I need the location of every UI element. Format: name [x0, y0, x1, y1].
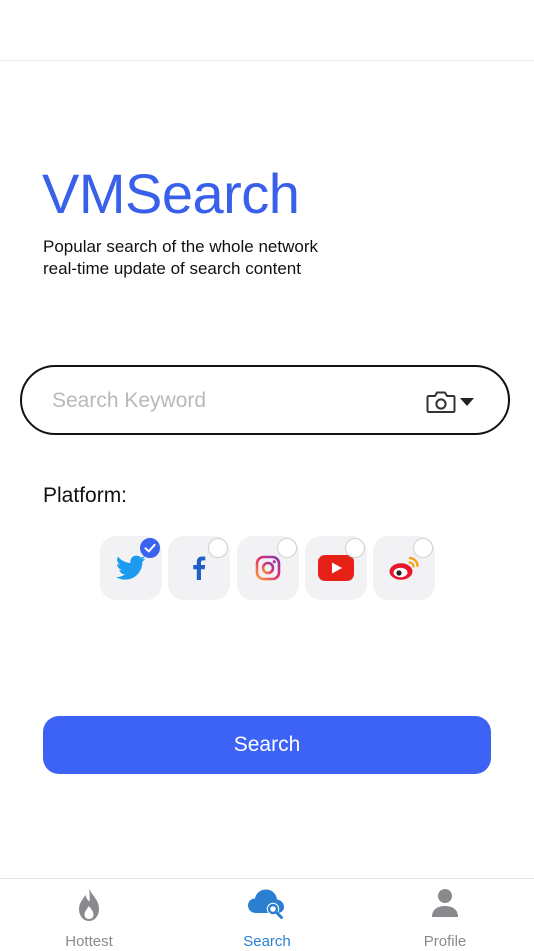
tagline-line-2: real-time update of search content [43, 259, 301, 278]
platform-label: Platform: [43, 484, 128, 507]
caret-down-icon [460, 398, 474, 406]
tagline: Popular search of the whole network real… [43, 236, 318, 280]
selected-check-badge [140, 538, 160, 558]
checkmark-icon [144, 543, 156, 553]
unselected-check-badge [413, 538, 433, 558]
platform-option-instagram[interactable] [237, 536, 299, 600]
tab-label: Hottest [65, 933, 113, 950]
bottom-tab-bar: Hottest Search Profile [0, 878, 534, 951]
search-box [20, 365, 510, 435]
search-input[interactable] [50, 383, 414, 419]
weibo-icon [389, 556, 419, 580]
person-icon [432, 889, 458, 917]
platform-option-twitter[interactable] [100, 536, 162, 600]
platform-option-youtube[interactable] [305, 536, 367, 600]
unselected-check-badge [277, 538, 297, 558]
youtube-icon [318, 555, 354, 581]
facebook-icon [193, 556, 206, 580]
platform-selector [100, 536, 440, 600]
cloud-search-icon [248, 889, 284, 919]
flame-icon [79, 888, 99, 921]
platform-option-weibo[interactable] [373, 536, 435, 600]
unselected-check-badge [208, 538, 228, 558]
camera-icon [426, 391, 456, 413]
tab-label: Profile [423, 933, 467, 950]
search-button[interactable]: Search [43, 716, 491, 774]
tagline-line-1: Popular search of the whole network [43, 237, 318, 256]
tab-hottest[interactable]: Hottest [19, 879, 159, 951]
instagram-icon [255, 555, 281, 581]
app-title: VMSearch [42, 162, 300, 225]
tab-label: Search [243, 933, 291, 950]
platform-option-facebook[interactable] [168, 536, 230, 600]
tab-search[interactable]: Search [197, 879, 337, 951]
top-divider [0, 60, 534, 61]
twitter-icon [116, 555, 146, 580]
unselected-check-badge [345, 538, 365, 558]
tab-profile[interactable]: Profile [375, 879, 515, 951]
image-search-button[interactable] [426, 387, 474, 417]
